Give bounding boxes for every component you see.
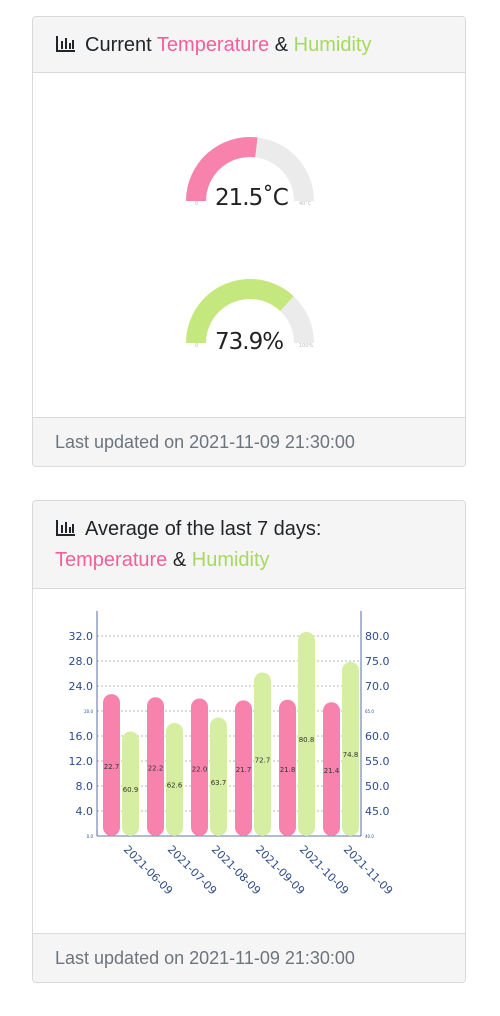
- left-axis-tick: 16.0: [69, 730, 94, 743]
- left-axis-tick: 0.0: [87, 834, 94, 839]
- bar-humidity: [122, 731, 139, 836]
- bar-humidity: [342, 662, 359, 836]
- current-readings-card: Current Temperature & Humidity 21.5˚C 0 …: [32, 16, 466, 467]
- right-axis-tick: 55.0: [365, 755, 390, 768]
- temperature-gauge-value: 21.5˚C: [215, 185, 289, 211]
- current-card-footer: Last updated on 2021-11-09 21:30:00: [33, 417, 465, 466]
- current-title-humidity: Humidity: [293, 34, 372, 56]
- average-bar-chart: 32.0 28.0 24.0 20.0 16.0 12.0 8.0 4.0 0.0 80.0 75.…: [69, 611, 395, 897]
- bar-data-label: 62.6: [167, 782, 183, 790]
- bar-humidity: [254, 672, 271, 836]
- left-axis-tick: 28.0: [69, 655, 94, 668]
- bar-data-label: 60.9: [123, 786, 139, 794]
- current-title-temperature: Temperature: [156, 34, 270, 56]
- bar-humidity: [298, 632, 315, 836]
- bar-data-label: 21.4: [324, 767, 340, 775]
- current-card-header: Current Temperature & Humidity: [33, 17, 465, 73]
- bar-data-label: 22.2: [148, 765, 164, 773]
- right-axis-tick: 40.0: [365, 834, 374, 839]
- bar-data-label: 21.7: [236, 766, 252, 774]
- right-axis-tick: 80.0: [365, 630, 390, 643]
- average-title-temperature: Temperature: [55, 549, 168, 571]
- bar-data-label: 80.8: [299, 736, 315, 744]
- average-card-header: Average of the last 7 days: Temperature …: [33, 501, 465, 589]
- bar-data-label: 72.7: [255, 756, 271, 764]
- left-axis-tick: 12.0: [69, 755, 94, 768]
- temperature-gauge-min: 0: [195, 201, 199, 207]
- average-card-footer: Last updated on 2021-11-09 21:30:00: [33, 933, 465, 982]
- bar-humidity: [210, 717, 227, 836]
- current-title-amp: &: [274, 34, 289, 56]
- right-axis-tick: 65.0: [365, 709, 374, 714]
- right-axis-tick: 75.0: [365, 655, 390, 668]
- humidity-gauge-min: 0: [195, 343, 199, 349]
- bar-chart-icon: [55, 33, 77, 62]
- humidity-gauge-max: 100%: [299, 343, 314, 349]
- average-title-humidity: Humidity: [191, 549, 270, 571]
- left-axis-tick: 24.0: [69, 680, 94, 693]
- gauges-area: [186, 136, 314, 343]
- humidity-gauge-value: 73.9%: [215, 329, 284, 355]
- bar-data-label: 22.0: [192, 765, 208, 773]
- average-title-line1: Average of the last 7 days:: [85, 518, 322, 540]
- current-title-prefix: Current: [85, 34, 152, 56]
- bar-data-label: 63.7: [211, 779, 227, 787]
- left-axis-tick: 4.0: [76, 805, 94, 818]
- left-axis-tick: 32.0: [69, 630, 94, 643]
- bar-data-label: 21.8: [280, 766, 296, 774]
- average-title-amp: &: [172, 549, 187, 571]
- bar-chart-icon: [55, 517, 77, 546]
- right-axis-tick: 70.0: [365, 680, 390, 693]
- average-card: Average of the last 7 days: Temperature …: [32, 500, 466, 983]
- right-axis-tick: 50.0: [365, 780, 390, 793]
- temperature-gauge-max: 40˚C: [299, 201, 312, 207]
- right-axis-tick: 60.0: [365, 730, 390, 743]
- right-axis-tick: 45.0: [365, 805, 390, 818]
- bar-humidity: [166, 723, 183, 836]
- left-axis-tick: 20.0: [84, 709, 93, 714]
- bar-data-label: 74.8: [343, 751, 359, 759]
- left-axis-tick: 8.0: [76, 780, 94, 793]
- bar-data-label: 22.7: [104, 763, 120, 771]
